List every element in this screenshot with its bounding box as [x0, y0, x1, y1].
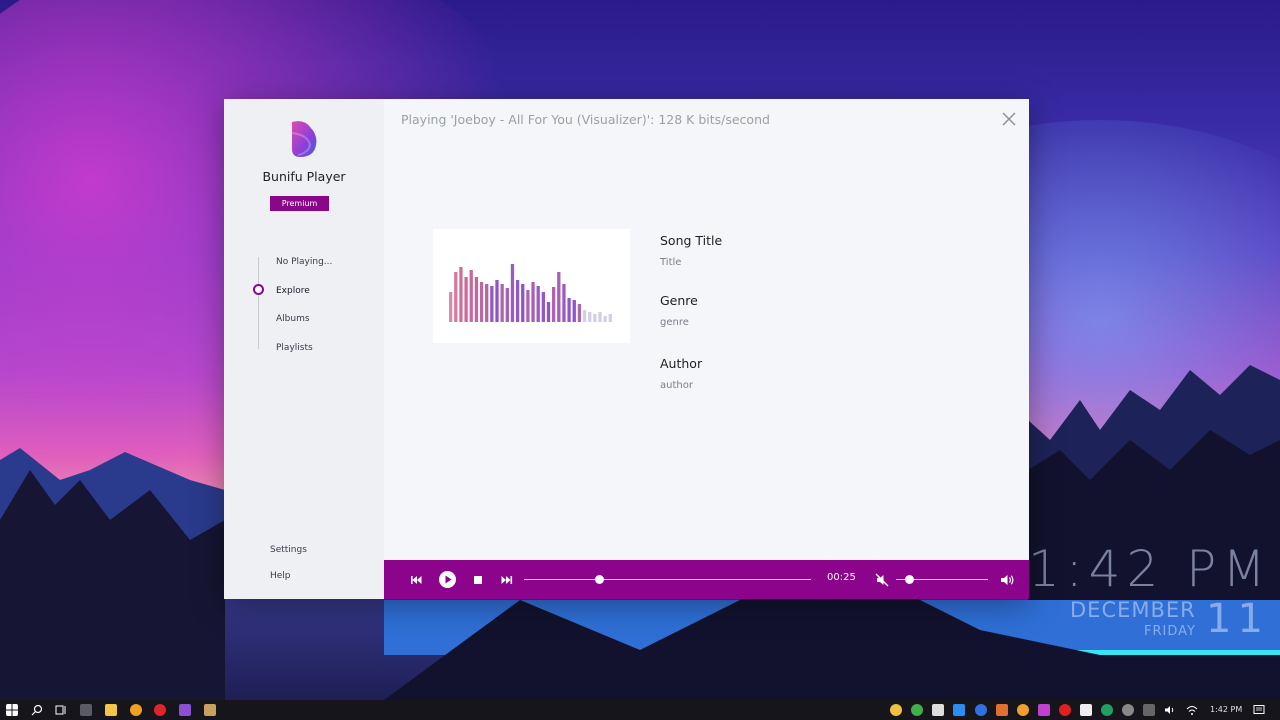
visualizer-bar	[500, 284, 504, 322]
next-track-button[interactable]	[499, 572, 515, 588]
app-icon[interactable]	[204, 704, 216, 716]
windows-start-icon[interactable]	[6, 704, 18, 716]
visualizer-bar	[598, 312, 602, 322]
volume-slider-handle[interactable]	[904, 575, 914, 584]
sidebar-item-playlists[interactable]: Playlists	[276, 343, 313, 353]
album-art-visualizer	[433, 229, 630, 343]
speaker-icon[interactable]	[1164, 704, 1176, 716]
settings-link[interactable]: Settings	[270, 545, 307, 555]
tray-icon[interactable]	[1122, 704, 1134, 716]
genre-value: genre	[660, 317, 689, 328]
volume-icon[interactable]	[999, 572, 1015, 588]
nav-timeline	[258, 257, 259, 349]
search-icon[interactable]	[31, 704, 43, 716]
desktop-clock: 1:42 PM DECEMBER FRIDAY 11	[1028, 540, 1272, 642]
visualizer-bar	[541, 292, 545, 322]
chrome-icon[interactable]	[911, 704, 923, 716]
visualizer-bar	[526, 290, 530, 322]
playback-control-bar: 00:25	[384, 560, 1029, 599]
play-button[interactable]	[438, 570, 457, 589]
clock-time: 1:42 PM	[1028, 540, 1272, 598]
stop-button[interactable]	[470, 572, 486, 588]
tray-icon[interactable]	[932, 704, 944, 716]
taskbar-clock[interactable]: 1:42 PM	[1210, 705, 1242, 714]
song-title-value: Title	[660, 257, 682, 268]
visualizer-bars	[449, 264, 612, 322]
visualizer-bar	[546, 302, 551, 322]
tray-icon[interactable]	[890, 704, 902, 716]
help-link[interactable]: Help	[270, 571, 291, 581]
visualizer-bar	[485, 284, 489, 322]
sidebar-item-explore[interactable]: Explore	[276, 286, 310, 296]
visualizer-bar	[469, 270, 473, 322]
app-name: Bunifu Player	[262, 169, 346, 184]
nav-active-indicator	[253, 284, 264, 295]
visualizer-bar	[582, 310, 587, 322]
windows-taskbar: 1:42 PM	[0, 700, 1280, 720]
clock-weekday: FRIDAY	[1144, 624, 1196, 639]
visualizer-bar	[495, 280, 499, 322]
tray-icon[interactable]	[1101, 704, 1113, 716]
sidebar: Bunifu Player Premium No Playing... Expl…	[224, 99, 384, 599]
premium-badge[interactable]: Premium	[270, 196, 329, 211]
visualizer-bar	[505, 288, 509, 322]
visualizer-bar	[572, 300, 576, 322]
mute-icon[interactable]	[874, 572, 890, 588]
tray-icon[interactable]	[1059, 704, 1071, 716]
visualizer-bar	[567, 298, 571, 322]
tray-icon[interactable]	[1080, 704, 1092, 716]
player-window: Bunifu Player Premium No Playing... Expl…	[224, 99, 1029, 599]
terminal-icon[interactable]	[80, 704, 92, 716]
genre-label: Genre	[660, 293, 698, 308]
visualizer-bar	[608, 314, 612, 322]
sidebar-item-albums[interactable]: Albums	[276, 314, 310, 324]
opera-icon[interactable]	[154, 704, 166, 716]
visualizer-bar	[521, 284, 525, 322]
visualizer-bar	[603, 316, 607, 322]
visualizer-bar	[510, 264, 515, 322]
now-playing-status: Playing 'Joeboy - All For You (Visualize…	[401, 112, 770, 127]
visualizer-bar	[562, 284, 566, 322]
visual-studio-icon[interactable]	[179, 704, 191, 716]
zoom-icon[interactable]	[953, 704, 965, 716]
visualizer-bar	[588, 312, 592, 322]
tray-icon[interactable]	[1143, 704, 1155, 716]
file-explorer-icon[interactable]	[105, 704, 117, 716]
visualizer-bar	[464, 277, 468, 322]
bluetooth-icon[interactable]	[975, 704, 987, 716]
visualizer-bar	[536, 286, 540, 322]
clock-month: DECEMBER	[1070, 598, 1196, 622]
elapsed-time: 00:25	[827, 572, 856, 583]
tray-icon[interactable]	[996, 704, 1008, 716]
song-title-label: Song Title	[660, 233, 723, 248]
visualizer-bar	[577, 304, 582, 322]
visualizer-bar	[552, 287, 556, 322]
previous-track-button[interactable]	[408, 572, 424, 588]
visualizer-bar	[557, 272, 561, 322]
visualizer-bar	[459, 267, 463, 322]
seek-slider[interactable]	[524, 579, 811, 580]
close-icon[interactable]	[1000, 110, 1018, 128]
visualizer-bar	[449, 292, 453, 322]
task-view-icon[interactable]	[55, 704, 67, 716]
author-label: Author	[660, 356, 703, 371]
tray-icon[interactable]	[1038, 704, 1050, 716]
clock-day: 11	[1206, 596, 1269, 642]
visualizer-bar	[474, 277, 479, 322]
visualizer-bar	[454, 272, 458, 322]
seek-slider-handle[interactable]	[594, 575, 604, 584]
sidebar-item-now-playing[interactable]: No Playing...	[276, 257, 332, 267]
author-value: author	[660, 380, 693, 391]
visualizer-bar	[531, 282, 535, 322]
notification-icon[interactable]	[1253, 704, 1265, 716]
wifi-icon[interactable]	[1186, 704, 1198, 716]
app-logo-icon	[291, 121, 317, 157]
visualizer-bar	[479, 282, 484, 322]
visualizer-bar	[490, 286, 494, 322]
visualizer-bar	[593, 314, 597, 322]
app-icon[interactable]	[130, 704, 142, 716]
visualizer-bar	[515, 280, 520, 322]
tray-icon[interactable]	[1017, 704, 1029, 716]
